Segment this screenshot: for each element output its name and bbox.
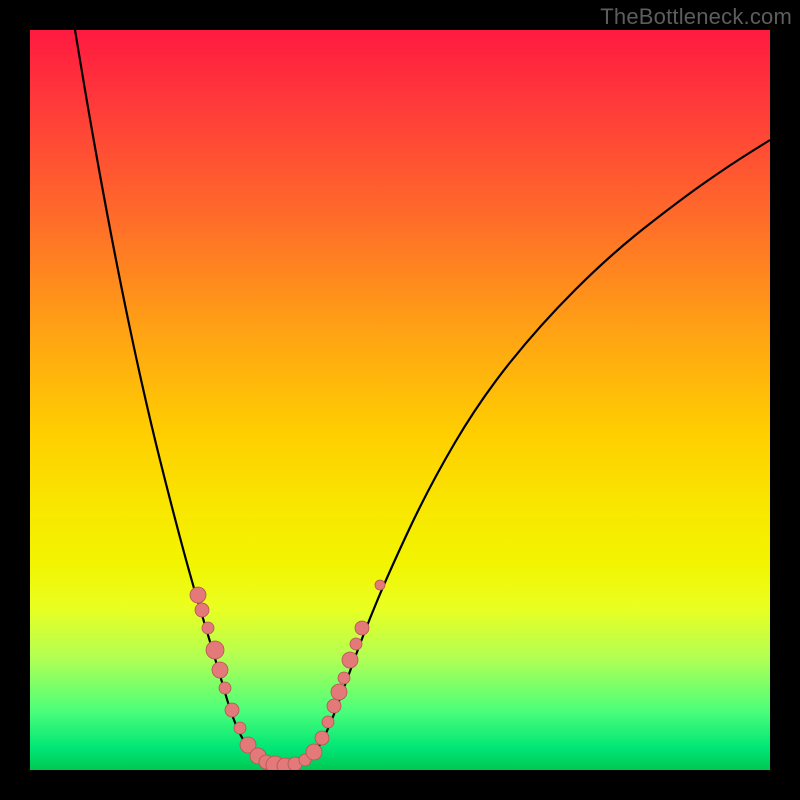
scatter-dots (190, 580, 385, 770)
scatter-dot (350, 638, 362, 650)
scatter-dot (225, 703, 239, 717)
chart-plot-area (30, 30, 770, 770)
scatter-dot (355, 621, 369, 635)
scatter-dot (342, 652, 358, 668)
scatter-dot (190, 587, 206, 603)
scatter-dot (338, 672, 350, 684)
scatter-dot (375, 580, 385, 590)
scatter-dot (306, 744, 322, 760)
scatter-dot (212, 662, 228, 678)
scatter-dot (234, 722, 246, 734)
scatter-dot (322, 716, 334, 728)
curve-right-branch (310, 140, 770, 760)
scatter-dot (202, 622, 214, 634)
curve-left-branch (75, 30, 260, 760)
scatter-dot (327, 699, 341, 713)
scatter-dot (315, 731, 329, 745)
scatter-dot (331, 684, 347, 700)
chart-svg (30, 30, 770, 770)
scatter-dot (206, 641, 224, 659)
watermark-text: TheBottleneck.com (600, 4, 792, 30)
scatter-dot (195, 603, 209, 617)
scatter-dot (219, 682, 231, 694)
